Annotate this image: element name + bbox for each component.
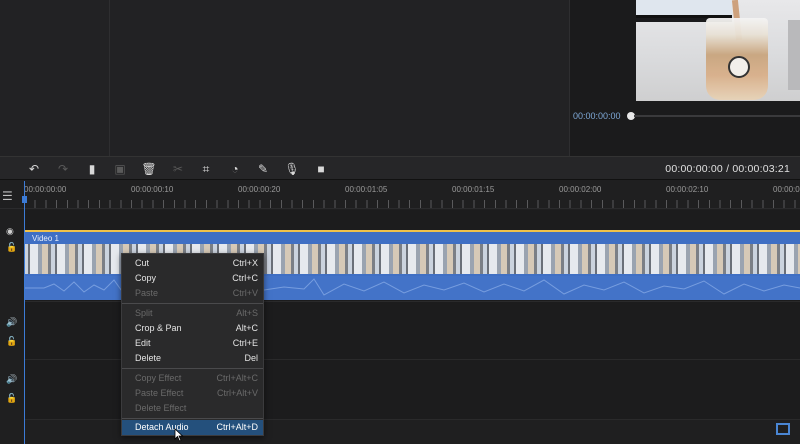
preview-frame [636,0,800,101]
clip-label: Video 1 [32,234,59,243]
timeline-ruler[interactable]: ☰ 00:00:00:00 00:00:00:10 00:00:00:20 00… [0,181,800,209]
media-panel [0,0,110,156]
playhead[interactable] [24,181,25,444]
ruler-label: 00:00:00:00 [24,185,67,194]
ruler-label: 00:00:02:10 [666,185,709,194]
menu-separator [122,368,263,369]
preview-scrubber[interactable]: 00:00:00:00 [570,104,800,128]
speaker-icon[interactable]: 🔊 [6,374,17,385]
menu-item-split[interactable]: Split Alt+S [122,306,263,321]
context-menu: Cut Ctrl+X Copy Ctrl+C Paste Ctrl+V Spli… [121,253,264,436]
menu-item-delete[interactable]: Delete Del [122,351,263,366]
menu-item-detach-audio[interactable]: Detach Audio Ctrl+Alt+D [122,420,263,435]
menu-item-paste-effect[interactable]: Paste Effect Ctrl+Alt+V [122,386,263,401]
ruler-ticks [24,200,800,208]
mouse-cursor-icon [174,428,184,442]
cut-icon[interactable]: ✂ [170,161,186,177]
menu-item-crop-pan[interactable]: Crop & Pan Alt+C [122,321,263,336]
ruler-label: 00:00:01:15 [452,185,495,194]
mic-icon[interactable]: 🎙 [284,161,300,177]
track-header-column: ◉ 🔓 🔊 🔓 🔊 🔓 [0,210,24,444]
timeline-time-display: 00:00:00:00 / 00:00:03:21 [665,163,790,175]
eye-icon[interactable]: ◉ [6,226,14,237]
redo-icon[interactable]: ↷ [55,161,71,177]
preview-current-time: 00:00:00:00 [573,111,621,121]
lock-icon[interactable]: 🔓 [6,242,17,253]
crop-icon[interactable]: ⌗ [198,161,214,177]
scrubber-track[interactable] [634,115,800,117]
menu-item-paste[interactable]: Paste Ctrl+V [122,286,263,301]
ruler-label: 00:00:00:10 [131,185,174,194]
ruler-label: 00:00:02:20 [773,185,800,194]
menu-item-copy[interactable]: Copy Ctrl+C [122,271,263,286]
menu-item-delete-effect[interactable]: Delete Effect [122,401,263,416]
ruler-label: 00:00:02:00 [559,185,602,194]
menu-icon[interactable]: ☰ [2,189,13,203]
ruler-label: 00:00:01:05 [345,185,388,194]
lock-icon[interactable]: 🔓 [6,393,17,404]
delete-icon[interactable]: 🗑 [141,161,157,177]
copy-icon[interactable]: ▮ [84,161,100,177]
speed-icon[interactable]: ◔ [227,161,243,177]
speaker-icon[interactable]: 🔊 [6,317,17,328]
menu-separator [122,303,263,304]
paste-icon[interactable]: ▣ [112,161,128,177]
playhead-handle[interactable] [22,196,27,203]
camera-icon[interactable]: ■ [313,161,329,177]
ruler-label: 00:00:00:20 [238,185,281,194]
preview-panel [570,0,800,156]
menu-item-edit[interactable]: Edit Ctrl+E [122,336,263,351]
fit-timeline-icon[interactable] [776,423,790,435]
edit-icon[interactable]: ✎ [255,161,271,177]
menu-separator [122,418,263,419]
library-panel [110,0,570,156]
menu-item-cut[interactable]: Cut Ctrl+X [122,256,263,271]
timeline-toolbar: ↶ ↷ ▮ ▣ 🗑 ✂ ⌗ ◔ ✎ 🎙 ■ 00:00:00:00 / 00:0… [0,156,800,180]
cup-image [706,18,768,100]
lock-icon[interactable]: 🔓 [6,336,17,347]
menu-item-copy-effect[interactable]: Copy Effect Ctrl+Alt+C [122,371,263,386]
undo-icon[interactable]: ↶ [26,161,42,177]
